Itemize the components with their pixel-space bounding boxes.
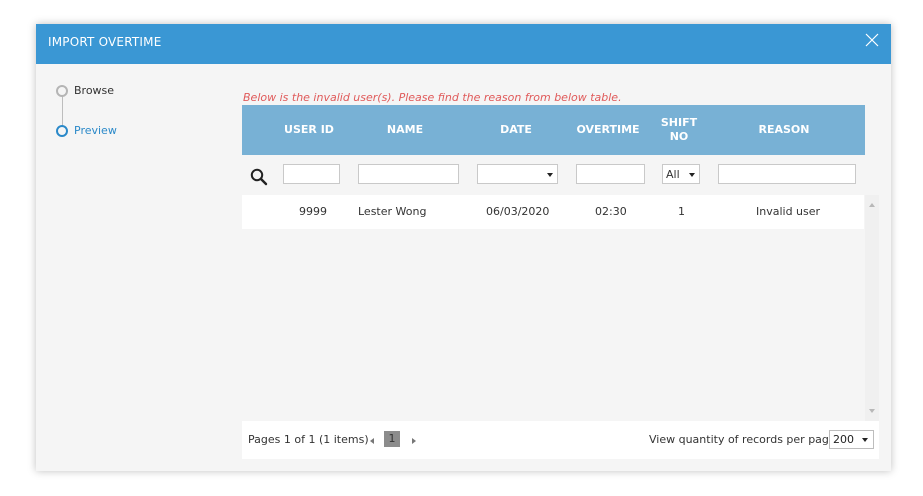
search-icon bbox=[250, 168, 268, 186]
user-id-filter-input[interactable] bbox=[283, 164, 340, 184]
chevron-down-icon bbox=[862, 438, 868, 442]
cell-date: 06/03/2020 bbox=[486, 205, 550, 218]
wizard-steps: Browse Preview bbox=[56, 84, 216, 164]
import-overtime-dialog: IMPORT OVERTIME Browse Preview Below is … bbox=[36, 24, 891, 471]
column-header-reason[interactable]: REASON bbox=[728, 105, 840, 155]
cell-name: Lester Wong bbox=[358, 205, 427, 218]
table-row[interactable]: 9999 Lester Wong 06/03/2020 02:30 1 Inva… bbox=[242, 195, 864, 229]
column-header-name[interactable]: NAME bbox=[360, 105, 450, 155]
close-icon[interactable] bbox=[864, 32, 880, 48]
page-size-select[interactable]: 200 bbox=[829, 430, 874, 449]
table-header: USER ID NAME DATE OVERTIME SHIFT NO REASO… bbox=[242, 105, 865, 155]
column-header-date[interactable]: DATE bbox=[476, 105, 556, 155]
table-body: 9999 Lester Wong 06/03/2020 02:30 1 Inva… bbox=[242, 195, 865, 421]
step-label: Browse bbox=[74, 84, 115, 97]
pager-info: Pages 1 of 1 (1 items) bbox=[248, 433, 369, 446]
overtime-filter-input[interactable] bbox=[576, 164, 645, 184]
invalid-users-notice: Below is the invalid user(s). Please fin… bbox=[243, 91, 622, 104]
cell-reason: Invalid user bbox=[756, 205, 821, 218]
scroll-down-icon[interactable] bbox=[869, 409, 875, 413]
step-dot-icon bbox=[56, 125, 68, 137]
page-size-label: View quantity of records per page bbox=[649, 433, 836, 446]
column-header-user-id[interactable]: USER ID bbox=[282, 105, 336, 155]
dialog-header: IMPORT OVERTIME bbox=[36, 24, 891, 64]
next-page-icon[interactable] bbox=[412, 438, 416, 444]
date-filter-select[interactable] bbox=[477, 164, 558, 184]
cell-shift-no: 1 bbox=[678, 205, 685, 218]
filter-row: All bbox=[242, 155, 865, 195]
column-header-overtime[interactable]: OVERTIME bbox=[576, 105, 640, 155]
cell-overtime: 02:30 bbox=[595, 205, 627, 218]
current-page-button[interactable]: 1 bbox=[384, 431, 400, 447]
shift-no-filter-value: All bbox=[666, 168, 680, 181]
chevron-down-icon bbox=[689, 173, 695, 177]
pager: Pages 1 of 1 (1 items) 1 View quantity o… bbox=[242, 421, 879, 459]
prev-page-icon[interactable] bbox=[370, 438, 374, 444]
chevron-down-icon bbox=[547, 173, 553, 177]
cell-user-id: 9999 bbox=[299, 205, 327, 218]
invalid-users-grid: USER ID NAME DATE OVERTIME SHIFT NO REASO… bbox=[242, 105, 879, 421]
dialog-title: IMPORT OVERTIME bbox=[48, 35, 162, 49]
step-dot-icon bbox=[56, 85, 68, 97]
step-connector bbox=[62, 95, 63, 129]
page-size-value: 200 bbox=[833, 433, 854, 446]
step-label: Preview bbox=[74, 124, 117, 137]
name-filter-input[interactable] bbox=[358, 164, 459, 184]
scroll-up-icon[interactable] bbox=[869, 203, 875, 207]
vertical-scrollbar[interactable] bbox=[865, 195, 879, 421]
column-header-shift-no[interactable]: SHIFT NO bbox=[660, 105, 698, 155]
shift-no-filter-select[interactable]: All bbox=[662, 164, 700, 184]
reason-filter-input[interactable] bbox=[718, 164, 856, 184]
